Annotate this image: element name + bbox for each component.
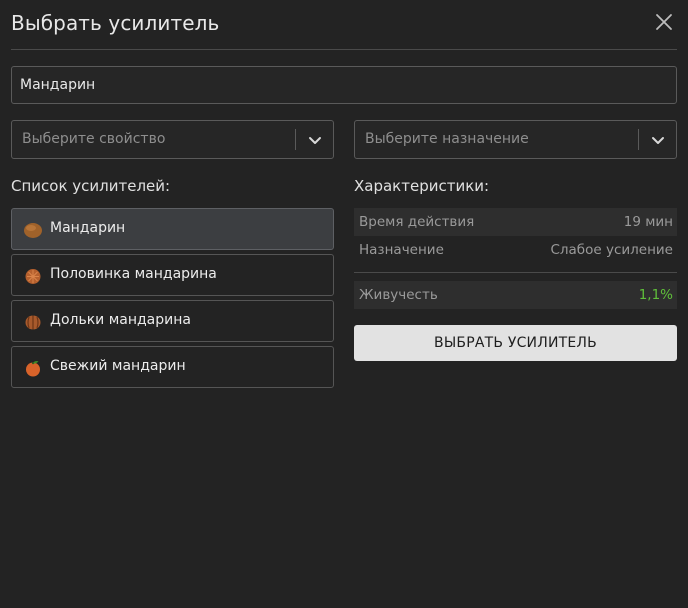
stat-row-purpose: Назначение Слабое усиление [354,236,677,264]
list-item-mandarin[interactable]: Мандарин [11,208,334,250]
boost-list-heading: Список усилителей: [11,177,171,195]
mandarin-slices-icon [23,312,43,332]
purpose-select-separator [638,129,639,150]
stats-heading: Характеристики: [354,177,490,195]
property-select-separator [295,129,296,150]
mandarin-icon [23,220,43,240]
list-item-half-mandarin[interactable]: Половинка мандарина [11,254,334,296]
list-item-label: Дольки мандарина [50,312,191,328]
stat-key: Время действия [359,214,475,230]
list-item-mandarin-slices[interactable]: Дольки мандарина [11,300,334,342]
header-divider [11,49,677,50]
stat-key: Назначение [359,242,444,258]
list-item-label: Половинка мандарина [50,266,217,282]
chevron-down-icon[interactable] [649,131,667,149]
search-input[interactable] [11,66,677,104]
list-item-fresh-mandarin[interactable]: Свежий мандарин [11,346,334,388]
dialog-title: Выбрать усилитель [11,11,220,35]
stat-key: Живучесть [359,287,438,303]
boost-select-dialog: Выбрать усилитель Выберите свойство Выбе… [0,0,688,608]
purpose-select[interactable]: Выберите назначение [354,120,677,159]
list-item-label: Мандарин [50,220,126,236]
stat-value: Слабое усиление [550,242,673,258]
stat-value: 19 мин [623,214,673,230]
chevron-down-icon[interactable] [306,131,324,149]
purpose-select-placeholder: Выберите назначение [365,131,529,147]
list-item-label: Свежий мандарин [50,358,186,374]
stats-divider [354,272,677,273]
close-icon[interactable] [654,12,674,32]
property-select-placeholder: Выберите свойство [22,131,166,147]
select-boost-button[interactable]: ВЫБРАТЬ УСИЛИТЕЛЬ [354,325,677,361]
stat-value-positive: 1,1% [638,287,673,303]
property-select[interactable]: Выберите свойство [11,120,334,159]
fresh-mandarin-icon [23,358,43,378]
stat-row-survivability: Живучесть 1,1% [354,281,677,309]
stat-row-duration: Время действия 19 мин [354,208,677,236]
half-mandarin-icon [23,266,43,286]
